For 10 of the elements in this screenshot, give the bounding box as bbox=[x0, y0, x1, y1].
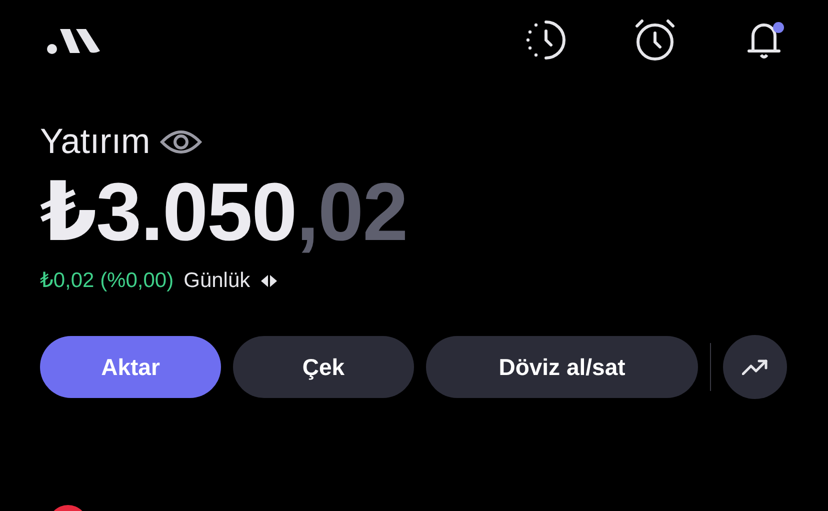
action-button[interactable]: Aktar bbox=[40, 336, 221, 398]
balance-amount: ₺3.050,02 bbox=[39, 166, 408, 258]
action-button[interactable]: Çek bbox=[233, 336, 414, 398]
trending-up-icon bbox=[742, 359, 768, 376]
eye-icon[interactable] bbox=[160, 128, 202, 156]
left-right-arrows-icon[interactable] bbox=[260, 274, 278, 288]
daily-change: ₺0,02 (%0,00) bbox=[40, 268, 174, 294]
action-button[interactable]: Döviz al/sat bbox=[426, 336, 698, 398]
account-title: Yatırım bbox=[40, 122, 150, 162]
period-label[interactable]: Günlük bbox=[184, 268, 250, 293]
